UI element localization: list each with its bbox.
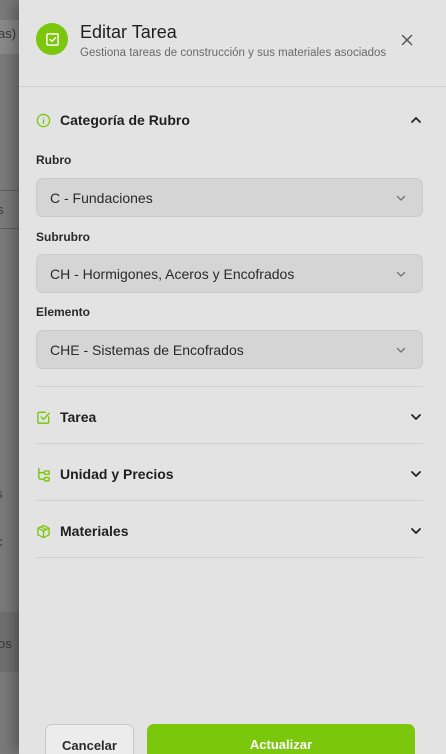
section-divider	[36, 557, 423, 558]
chevron-down-icon	[409, 410, 423, 424]
chevron-down-icon	[394, 343, 408, 357]
chevron-down-icon	[394, 191, 408, 205]
subrubro-select[interactable]: CH - Hormigones, Aceros y Encofrados	[36, 254, 423, 293]
edit-task-drawer: Editar Tarea Gestiona tareas de construc…	[19, 0, 446, 754]
close-icon	[401, 34, 413, 46]
elemento-label: Elemento	[36, 305, 91, 319]
package-icon	[36, 524, 51, 539]
close-button[interactable]	[397, 30, 417, 50]
section-category-toggle[interactable]: Categoría de Rubro	[36, 108, 423, 132]
cancel-button[interactable]: Cancelar	[45, 724, 134, 754]
rubro-select-value: C - Fundaciones	[50, 189, 153, 206]
rubro-label: Rubro	[36, 153, 72, 167]
subrubro-select-value: CH - Hormigones, Aceros y Encofrados	[50, 265, 295, 282]
drawer-header: Editar Tarea Gestiona tareas de construc…	[19, 0, 446, 86]
background-text: os	[0, 636, 12, 651]
section-tarea-toggle[interactable]: Tarea	[36, 405, 423, 429]
section-tarea-label: Tarea	[60, 409, 97, 425]
chevron-up-icon	[409, 113, 423, 127]
section-materiales-toggle[interactable]: Materiales	[36, 519, 423, 543]
chevron-down-icon	[394, 267, 408, 281]
background-text: s	[0, 202, 4, 217]
chevron-down-icon	[409, 524, 423, 538]
elemento-select-value: CHE - Sistemas de Encofrados	[50, 341, 244, 358]
edit-square-icon	[36, 23, 68, 55]
background-text: c	[0, 534, 3, 549]
background-text: as)	[0, 26, 17, 41]
checkbox-icon	[36, 410, 51, 425]
chevron-down-icon	[409, 467, 423, 481]
section-divider	[36, 443, 423, 444]
section-materiales-label: Materiales	[60, 523, 129, 539]
section-unidad-label: Unidad y Precios	[60, 466, 174, 482]
header-divider	[19, 86, 446, 87]
drawer-subtitle: Gestiona tareas de construcción y sus ma…	[80, 47, 387, 59]
background-text: s	[0, 486, 3, 501]
subrubro-label: Subrubro	[36, 230, 90, 244]
elemento-select[interactable]: CHE - Sistemas de Encofrados	[36, 330, 423, 369]
section-divider	[36, 386, 423, 387]
update-button[interactable]: Actualizar	[147, 724, 415, 754]
section-unidad-toggle[interactable]: Unidad y Precios	[36, 462, 423, 486]
info-circle-icon	[36, 113, 51, 128]
section-divider	[36, 500, 423, 501]
rubro-select[interactable]: C - Fundaciones	[36, 178, 423, 217]
section-category-label: Categoría de Rubro	[60, 112, 190, 128]
drawer-title: Editar Tarea	[80, 22, 177, 42]
tree-icon	[36, 467, 51, 482]
